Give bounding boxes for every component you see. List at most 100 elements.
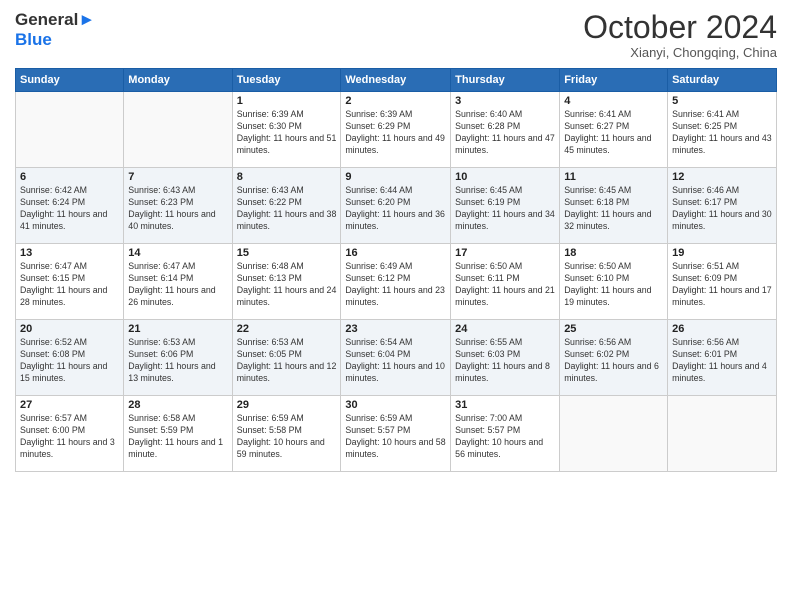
col-tuesday: Tuesday <box>232 69 341 92</box>
day-info: Sunrise: 6:49 AM Sunset: 6:12 PM Dayligh… <box>345 261 446 309</box>
page: General► Blue October 2024 Xianyi, Chong… <box>0 0 792 612</box>
day-number: 12 <box>672 171 772 183</box>
day-info: Sunrise: 6:43 AM Sunset: 6:23 PM Dayligh… <box>128 185 227 233</box>
day-info: Sunrise: 6:51 AM Sunset: 6:09 PM Dayligh… <box>672 261 772 309</box>
day-info: Sunrise: 6:46 AM Sunset: 6:17 PM Dayligh… <box>672 185 772 233</box>
col-friday: Friday <box>560 69 668 92</box>
calendar-week-row: 20Sunrise: 6:52 AM Sunset: 6:08 PM Dayli… <box>16 320 777 396</box>
day-number: 31 <box>455 399 555 411</box>
calendar-cell: 2 Sunrise: 6:39 AM Sunset: 6:29 PM Daylig… <box>341 92 451 168</box>
calendar-cell <box>560 396 668 472</box>
calendar-cell: 9 Sunrise: 6:44 AM Sunset: 6:20 PM Daylig… <box>341 168 451 244</box>
calendar-cell <box>124 92 232 168</box>
day-info: Sunrise: 6:45 AM Sunset: 6:19 PM Dayligh… <box>455 185 555 233</box>
calendar-cell: 27Sunrise: 6:57 AM Sunset: 6:00 PM Dayli… <box>16 396 124 472</box>
calendar-cell <box>16 92 124 168</box>
day-number: 26 <box>672 323 772 335</box>
day-number: 30 <box>345 399 446 411</box>
day-number: 4 <box>564 95 663 107</box>
day-info: Sunrise: 6:42 AM Sunset: 6:24 PM Dayligh… <box>20 185 119 233</box>
calendar-cell: 4 Sunrise: 6:41 AM Sunset: 6:27 PM Daylig… <box>560 92 668 168</box>
col-thursday: Thursday <box>451 69 560 92</box>
day-number: 29 <box>237 399 337 411</box>
day-number: 22 <box>237 323 337 335</box>
calendar-cell: 26 Sunrise: 6:56 AM Sunset: 6:01 PM Dayli… <box>668 320 777 396</box>
calendar-cell: 22 Sunrise: 6:53 AM Sunset: 6:05 PM Dayli… <box>232 320 341 396</box>
day-info: Sunrise: 6:53 AM Sunset: 6:05 PM Dayligh… <box>237 337 337 385</box>
day-info: Sunrise: 6:41 AM Sunset: 6:27 PM Dayligh… <box>564 109 663 157</box>
calendar-cell: 31 Sunrise: 7:00 AM Sunset: 5:57 PM Dayli… <box>451 396 560 472</box>
calendar-cell: 21 Sunrise: 6:53 AM Sunset: 6:06 PM Dayli… <box>124 320 232 396</box>
calendar-cell: 30 Sunrise: 6:59 AM Sunset: 5:57 PM Dayli… <box>341 396 451 472</box>
day-info: Sunrise: 6:43 AM Sunset: 6:22 PM Dayligh… <box>237 185 337 233</box>
day-number: 18 <box>564 247 663 259</box>
calendar-cell: 3Sunrise: 6:40 AM Sunset: 6:28 PM Daylig… <box>451 92 560 168</box>
day-info: Sunrise: 6:55 AM Sunset: 6:03 PM Dayligh… <box>455 337 555 385</box>
day-number: 19 <box>672 247 772 259</box>
calendar-cell: 24 Sunrise: 6:55 AM Sunset: 6:03 PM Dayli… <box>451 320 560 396</box>
calendar-cell: 23 Sunrise: 6:54 AM Sunset: 6:04 PM Dayli… <box>341 320 451 396</box>
calendar-cell: 17 Sunrise: 6:50 AM Sunset: 6:11 PM Dayli… <box>451 244 560 320</box>
calendar-cell <box>668 396 777 472</box>
title-block: October 2024 Xianyi, Chongqing, China <box>583 10 777 60</box>
day-info: Sunrise: 6:47 AM Sunset: 6:15 PM Dayligh… <box>20 261 119 309</box>
day-info: Sunrise: 7:00 AM Sunset: 5:57 PM Dayligh… <box>455 413 555 461</box>
day-number: 17 <box>455 247 555 259</box>
day-info: Sunrise: 6:41 AM Sunset: 6:25 PM Dayligh… <box>672 109 772 157</box>
day-info: Sunrise: 6:57 AM Sunset: 6:00 PM Dayligh… <box>20 413 119 461</box>
calendar-cell: 5 Sunrise: 6:41 AM Sunset: 6:25 PM Daylig… <box>668 92 777 168</box>
day-info: Sunrise: 6:50 AM Sunset: 6:11 PM Dayligh… <box>455 261 555 309</box>
day-info: Sunrise: 6:59 AM Sunset: 5:57 PM Dayligh… <box>345 413 446 461</box>
day-number: 5 <box>672 95 772 107</box>
day-info: Sunrise: 6:44 AM Sunset: 6:20 PM Dayligh… <box>345 185 446 233</box>
day-info: Sunrise: 6:45 AM Sunset: 6:18 PM Dayligh… <box>564 185 663 233</box>
calendar-cell: 1Sunrise: 6:39 AM Sunset: 6:30 PM Daylig… <box>232 92 341 168</box>
day-info: Sunrise: 6:48 AM Sunset: 6:13 PM Dayligh… <box>237 261 337 309</box>
col-sunday: Sunday <box>16 69 124 92</box>
calendar-week-row: 6Sunrise: 6:42 AM Sunset: 6:24 PM Daylig… <box>16 168 777 244</box>
calendar-cell: 28Sunrise: 6:58 AM Sunset: 5:59 PM Dayli… <box>124 396 232 472</box>
day-info: Sunrise: 6:59 AM Sunset: 5:58 PM Dayligh… <box>237 413 337 461</box>
calendar-cell: 13 Sunrise: 6:47 AM Sunset: 6:15 PM Dayli… <box>16 244 124 320</box>
col-monday: Monday <box>124 69 232 92</box>
day-number: 21 <box>128 323 227 335</box>
day-info: Sunrise: 6:39 AM Sunset: 6:29 PM Dayligh… <box>345 109 446 157</box>
calendar-cell: 15 Sunrise: 6:48 AM Sunset: 6:13 PM Dayli… <box>232 244 341 320</box>
day-number: 24 <box>455 323 555 335</box>
day-number: 25 <box>564 323 663 335</box>
day-number: 9 <box>345 171 446 183</box>
day-number: 13 <box>20 247 119 259</box>
day-info: Sunrise: 6:50 AM Sunset: 6:10 PM Dayligh… <box>564 261 663 309</box>
calendar-cell: 12 Sunrise: 6:46 AM Sunset: 6:17 PM Dayli… <box>668 168 777 244</box>
calendar-week-row: 13 Sunrise: 6:47 AM Sunset: 6:15 PM Dayli… <box>16 244 777 320</box>
day-number: 20 <box>20 323 119 335</box>
calendar-cell: 29 Sunrise: 6:59 AM Sunset: 5:58 PM Dayli… <box>232 396 341 472</box>
calendar-cell: 7 Sunrise: 6:43 AM Sunset: 6:23 PM Daylig… <box>124 168 232 244</box>
day-info: Sunrise: 6:56 AM Sunset: 6:01 PM Dayligh… <box>672 337 772 385</box>
day-info: Sunrise: 6:58 AM Sunset: 5:59 PM Dayligh… <box>128 413 227 461</box>
location-subtitle: Xianyi, Chongqing, China <box>583 45 777 60</box>
day-number: 23 <box>345 323 446 335</box>
calendar-cell: 19 Sunrise: 6:51 AM Sunset: 6:09 PM Dayli… <box>668 244 777 320</box>
day-info: Sunrise: 6:53 AM Sunset: 6:06 PM Dayligh… <box>128 337 227 385</box>
calendar-cell: 11Sunrise: 6:45 AM Sunset: 6:18 PM Dayli… <box>560 168 668 244</box>
calendar-cell: 16Sunrise: 6:49 AM Sunset: 6:12 PM Dayli… <box>341 244 451 320</box>
day-number: 1 <box>237 95 337 107</box>
day-info: Sunrise: 6:47 AM Sunset: 6:14 PM Dayligh… <box>128 261 227 309</box>
calendar-cell: 18 Sunrise: 6:50 AM Sunset: 6:10 PM Dayli… <box>560 244 668 320</box>
day-info: Sunrise: 6:56 AM Sunset: 6:02 PM Dayligh… <box>564 337 663 385</box>
col-saturday: Saturday <box>668 69 777 92</box>
day-number: 10 <box>455 171 555 183</box>
calendar-cell: 25 Sunrise: 6:56 AM Sunset: 6:02 PM Dayli… <box>560 320 668 396</box>
calendar-cell: 6Sunrise: 6:42 AM Sunset: 6:24 PM Daylig… <box>16 168 124 244</box>
calendar-cell: 10 Sunrise: 6:45 AM Sunset: 6:19 PM Dayli… <box>451 168 560 244</box>
calendar: Sunday Monday Tuesday Wednesday Thursday… <box>15 68 777 472</box>
calendar-cell: 20Sunrise: 6:52 AM Sunset: 6:08 PM Dayli… <box>16 320 124 396</box>
calendar-header-row: Sunday Monday Tuesday Wednesday Thursday… <box>16 69 777 92</box>
day-number: 15 <box>237 247 337 259</box>
header: General► Blue October 2024 Xianyi, Chong… <box>15 10 777 60</box>
day-number: 7 <box>128 171 227 183</box>
day-info: Sunrise: 6:54 AM Sunset: 6:04 PM Dayligh… <box>345 337 446 385</box>
calendar-week-row: 27Sunrise: 6:57 AM Sunset: 6:00 PM Dayli… <box>16 396 777 472</box>
day-number: 2 <box>345 95 446 107</box>
